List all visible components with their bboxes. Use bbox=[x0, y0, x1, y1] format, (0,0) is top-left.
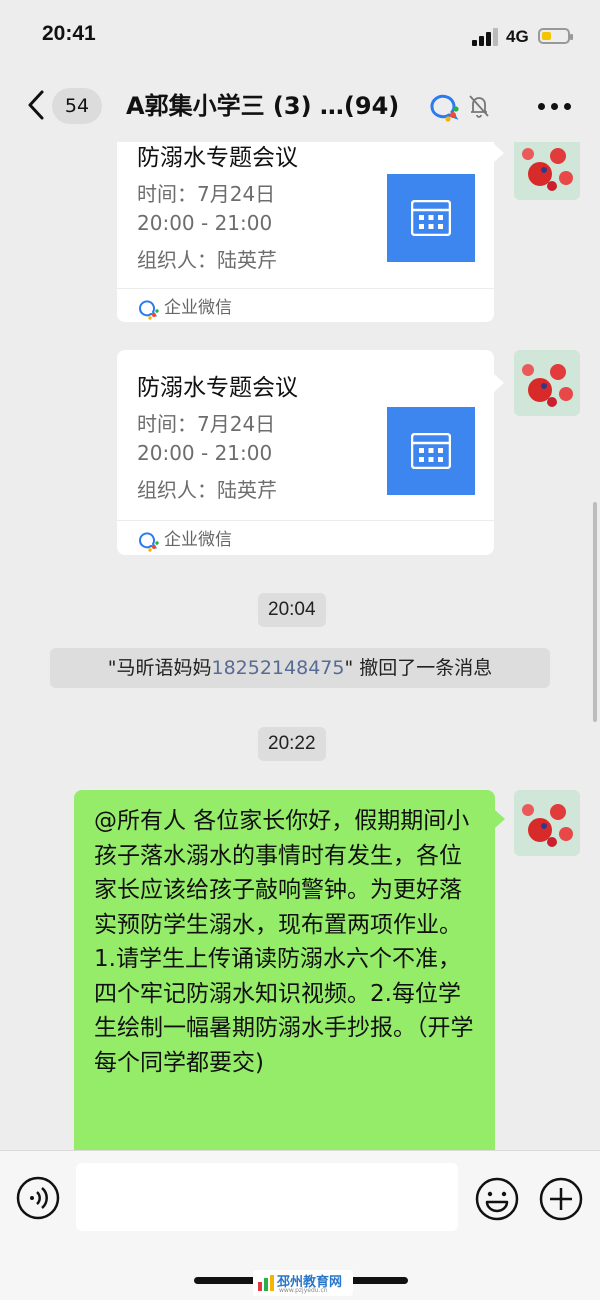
message-text: @所有人 各位家长你好，假期期间小孩子落水溺水的事情时有发生，各位家长应该给孩子… bbox=[94, 808, 474, 1076]
meeting-card[interactable]: 防溺水专题会议 时间：7月24日 20:00 - 21:00 组织人：陆英芹 企… bbox=[117, 350, 504, 555]
message-bubble[interactable]: @所有人 各位家长你好，假期期间小孩子落水溺水的事情时有发生，各位家长应该给孩子… bbox=[74, 790, 505, 1150]
timestamp: 20:04 bbox=[258, 593, 326, 627]
card-source: 企业微信 bbox=[164, 530, 232, 550]
unread-count-badge[interactable]: 54 bbox=[52, 88, 102, 124]
card-organizer: 组织人：陆英芹 bbox=[137, 248, 277, 272]
recall-prefix: "马昕语妈妈 bbox=[107, 657, 212, 679]
message-input[interactable] bbox=[76, 1163, 458, 1231]
status-bar: 20:41 4G bbox=[0, 0, 600, 72]
recall-notice: "马昕语妈妈18252148475" 撤回了一条消息 bbox=[50, 648, 550, 688]
emoji-icon[interactable] bbox=[474, 1176, 520, 1222]
wecom-icon bbox=[139, 300, 159, 320]
status-time: 20:41 bbox=[42, 22, 96, 45]
recall-phone-link[interactable]: 18252148475 bbox=[211, 657, 344, 679]
watermark-url: www.pzjyedu.cn bbox=[279, 1287, 328, 1294]
card-title: 防溺水专题会议 bbox=[137, 375, 298, 401]
card-organizer: 组织人：陆英芹 bbox=[137, 478, 277, 502]
avatar[interactable] bbox=[514, 790, 580, 856]
watermark-logo-icon bbox=[258, 1275, 274, 1291]
signal-icon bbox=[472, 28, 498, 46]
card-source: 企业微信 bbox=[164, 298, 232, 318]
calendar-icon bbox=[387, 407, 475, 495]
input-bar: 邳州教育网 www.pzjyedu.cn bbox=[0, 1150, 600, 1300]
recall-suffix: " 撤回了一条消息 bbox=[344, 657, 493, 679]
chat-title[interactable]: A郭集小学三 (3) …(94) bbox=[126, 88, 399, 124]
back-chevron-icon[interactable] bbox=[24, 88, 50, 122]
voice-icon[interactable] bbox=[16, 1176, 60, 1220]
battery-icon bbox=[538, 28, 573, 44]
meeting-card[interactable]: 防溺水专题会议 时间：7月24日 20:00 - 21:00 组织人：陆英芹 企… bbox=[117, 142, 504, 322]
mute-bell-icon bbox=[469, 95, 489, 118]
card-time: 时间：7月24日 bbox=[137, 182, 276, 206]
wecom-icon bbox=[139, 532, 159, 552]
more-dots-icon[interactable] bbox=[536, 96, 572, 116]
scrollbar[interactable] bbox=[593, 502, 597, 722]
card-footer: 企业微信 bbox=[117, 288, 494, 321]
chat-area[interactable]: 防溺水专题会议 时间：7月24日 20:00 - 21:00 组织人：陆英芹 企… bbox=[0, 142, 600, 1150]
timestamp: 20:22 bbox=[258, 727, 326, 761]
calendar-icon bbox=[387, 174, 475, 262]
card-title: 防溺水专题会议 bbox=[137, 145, 298, 171]
card-time: 时间：7月24日 bbox=[137, 412, 276, 436]
watermark: 邳州教育网 www.pzjyedu.cn bbox=[253, 1270, 353, 1296]
card-footer: 企业微信 bbox=[117, 520, 494, 553]
avatar[interactable] bbox=[514, 142, 580, 200]
card-range: 20:00 - 21:00 bbox=[137, 441, 273, 465]
plus-icon[interactable] bbox=[538, 1176, 584, 1222]
wecom-icon bbox=[430, 94, 459, 122]
network-label: 4G bbox=[506, 27, 529, 46]
avatar[interactable] bbox=[514, 350, 580, 416]
nav-bar: 54 A郭集小学三 (3) …(94) bbox=[0, 72, 600, 142]
card-range: 20:00 - 21:00 bbox=[137, 211, 273, 235]
